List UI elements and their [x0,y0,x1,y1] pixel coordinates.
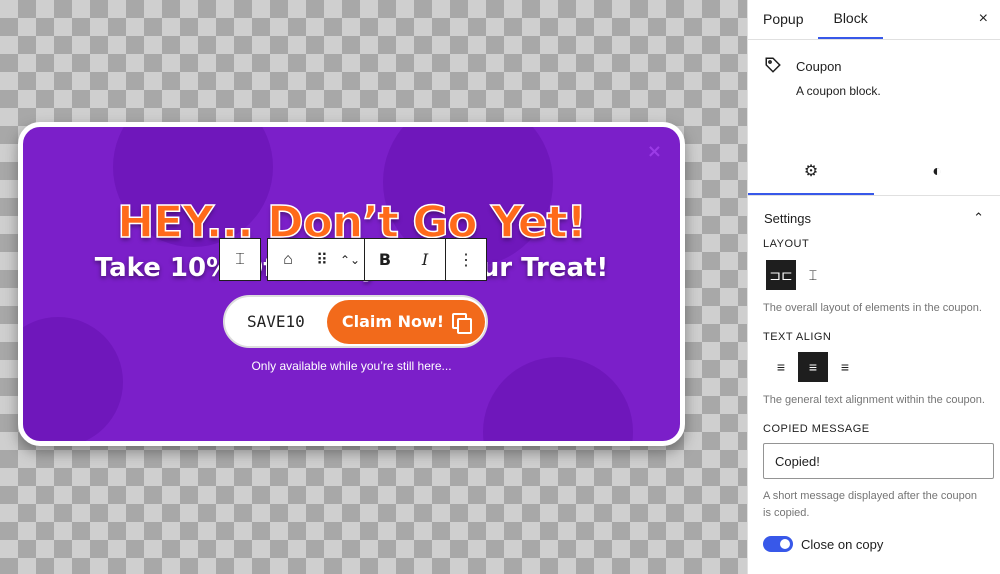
text-align-label: TEXT ALIGN [763,331,832,343]
layout-help: The overall layout of elements in the co… [763,302,982,314]
block-title: Coupon [796,59,842,74]
settings-subtabs: ⚙ ◐ [748,148,1000,196]
chevron-up-icon: ⌃ [973,210,984,225]
align-left-icon[interactable]: ≡ [766,352,796,382]
close-on-copy-label: Close on copy [801,536,884,552]
popup-note[interactable]: Only available while you’re still here..… [23,359,680,373]
block-description: A coupon block. [796,84,881,98]
editor-canvas: × HEY... Don’t Go Yet! Take 10% Off Toda… [0,0,747,574]
tag-icon [764,56,796,150]
close-on-copy-row: Close on copy [748,536,1000,552]
layout-horizontal-icon[interactable]: ⊐⊏ [766,260,796,290]
move-up-down-icon[interactable]: ⌃⌄ [336,239,364,280]
layout-label: LAYOUT [763,238,810,250]
styles-tab-icon[interactable]: ◐ [874,148,1000,195]
drag-handle-icon[interactable]: ⠿ [308,239,336,280]
coupon-code[interactable]: SAVE10 [247,312,323,331]
claim-now-label: Claim Now! [341,312,445,331]
copied-message-label: COPIED MESSAGE [763,423,870,435]
toolbar-group-parent: ⌶ [219,238,261,281]
tab-block[interactable]: Block [818,0,883,39]
copied-message-field[interactable] [763,443,994,479]
toolbar-group-block: ⌂ ⠿ ⌃⌄ B I ⋮ [267,238,487,281]
block-toolbar: ⌶ ⌂ ⠿ ⌃⌄ B I ⋮ [219,238,487,281]
sidebar-tabs: Popup Block × [748,0,1000,40]
copy-icon [452,312,473,334]
close-on-copy-toggle[interactable] [763,536,793,552]
align-center-icon[interactable]: ≡ [798,352,828,382]
layout-options: ⊐⊏ ⌶ [748,259,1000,291]
close-icon[interactable]: × [979,10,988,28]
tab-popup[interactable]: Popup [748,0,818,39]
tag-icon[interactable]: ⌂ [268,239,308,280]
layout-icon[interactable]: ⌶ [220,239,260,280]
popup-close-icon[interactable]: × [647,141,662,162]
coupon-block[interactable]: SAVE10 Claim Now! [223,295,488,348]
claim-now-button[interactable]: Claim Now! [327,299,485,344]
copied-message-help: A short message displayed after the coup… [763,490,978,519]
panel-title: Settings [764,210,811,226]
text-align-help: The general text alignment within the co… [763,394,985,406]
layout-vertical-icon[interactable]: ⌶ [798,260,828,290]
settings-sidebar: Popup Block × Coupon A coupon block. ⚙ ◐… [747,0,1000,574]
block-card: Coupon A coupon block. [748,40,1000,150]
popup-preview[interactable]: × HEY... Don’t Go Yet! Take 10% Off Toda… [18,122,685,446]
align-right-icon[interactable]: ≡ [830,352,860,382]
settings-panel-toggle[interactable]: Settings ⌃ [748,196,1000,240]
text-align-options: ≡ ≡ ≡ [748,351,1000,383]
background-decoration [23,317,123,441]
bold-button[interactable]: B [365,239,405,280]
settings-tab-icon[interactable]: ⚙ [748,148,874,195]
italic-button[interactable]: I [405,239,445,280]
more-options-icon[interactable]: ⋮ [446,239,486,280]
